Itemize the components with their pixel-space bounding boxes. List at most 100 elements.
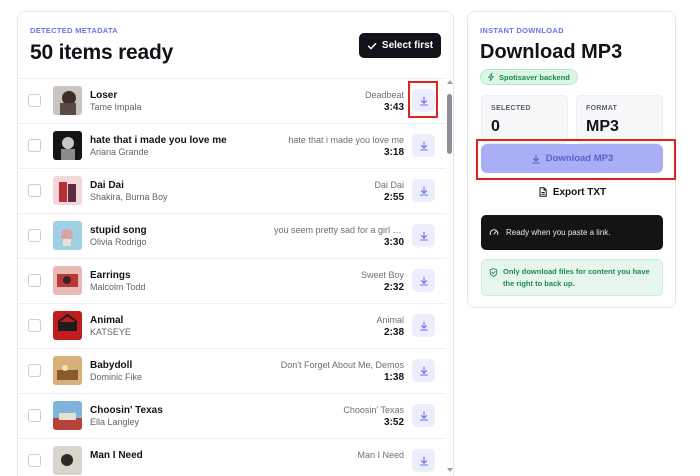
check-icon: [367, 42, 377, 49]
track-download-button[interactable]: [412, 134, 435, 157]
track-download-button[interactable]: [412, 359, 435, 382]
track-album: Dai Dai: [374, 180, 404, 190]
track-download-button[interactable]: [412, 314, 435, 337]
export-txt-label: Export TXT: [552, 186, 607, 198]
track-checkbox[interactable]: [28, 139, 41, 152]
track-download-button[interactable]: [412, 89, 435, 112]
track-title: Dai Dai: [90, 180, 124, 191]
download-icon: [419, 185, 428, 196]
download-mp3-label: Download MP3: [545, 153, 614, 164]
track-artist: KATSEYE: [90, 327, 131, 337]
download-mp3-button[interactable]: Download MP3: [481, 144, 663, 173]
track-download-button[interactable]: [412, 224, 435, 247]
album-art: [53, 221, 82, 250]
track-album: Sweet Boy: [360, 270, 404, 280]
track-download-button[interactable]: [412, 269, 435, 292]
track-artist: Dominic Fike: [90, 372, 143, 382]
track-title: Earrings: [90, 270, 131, 281]
album-art: [53, 86, 82, 115]
scroll-up-arrow[interactable]: [447, 80, 453, 84]
track-artist: Ariana Grande: [90, 147, 149, 157]
track-title: Choosin' Texas: [90, 405, 163, 416]
download-icon: [419, 230, 428, 241]
download-icon: [419, 455, 428, 466]
track-checkbox[interactable]: [28, 364, 41, 377]
track-row[interactable]: Babydoll Dominic Fike Don't Forget About M…: [18, 349, 446, 394]
format-stat: FORMAT MP3: [576, 95, 663, 144]
track-checkbox[interactable]: [28, 319, 41, 332]
format-label: FORMAT: [586, 105, 618, 112]
metadata-panel: DETECTED METADATA 50 items ready Select …: [17, 11, 454, 476]
track-checkbox[interactable]: [28, 409, 41, 422]
format-value: MP3: [586, 118, 619, 135]
track-duration: 2:55: [383, 192, 404, 203]
track-row[interactable]: Animal KATSEYE Animal 2:38: [18, 304, 446, 349]
status-text: Ready when you paste a link.: [506, 228, 611, 237]
shield-check-icon: [489, 268, 498, 277]
download-icon: [419, 320, 428, 331]
gauge-icon: [489, 228, 499, 235]
select-first-button[interactable]: Select first: [359, 33, 441, 58]
album-art: [53, 131, 82, 160]
download-icon: [419, 140, 428, 151]
track-download-button[interactable]: [412, 179, 435, 202]
track-row[interactable]: stupid song Olivia Rodrigo you seem pretty…: [18, 214, 446, 259]
track-checkbox[interactable]: [28, 229, 41, 242]
export-txt-button[interactable]: Export TXT: [481, 179, 663, 205]
scroll-down-arrow[interactable]: [447, 468, 453, 472]
items-count-title: 50 items ready: [30, 41, 174, 64]
track-row[interactable]: Man I Need Man I Need: [18, 439, 446, 476]
status-box: Ready when you paste a link.: [481, 215, 663, 250]
track-row[interactable]: hate that i made you love me Ariana Grand…: [18, 124, 446, 169]
scroll-thumb[interactable]: [447, 94, 452, 154]
track-download-button[interactable]: [412, 449, 435, 472]
track-checkbox[interactable]: [28, 454, 41, 467]
track-title: stupid song: [90, 225, 147, 236]
track-duration: 3:30: [383, 237, 404, 248]
track-album: Don't Forget About Me, Demos: [280, 360, 404, 370]
download-icon: [419, 365, 428, 376]
track-duration: 2:38: [383, 327, 404, 338]
track-list-scrollbar[interactable]: [446, 78, 453, 476]
download-panel: INSTANT DOWNLOAD Download MP3 Spotisaver…: [467, 11, 676, 308]
album-art: [53, 311, 82, 340]
selected-label: SELECTED: [491, 105, 531, 112]
album-art: [53, 356, 82, 385]
track-duration: 3:52: [383, 417, 404, 428]
track-checkbox[interactable]: [28, 274, 41, 287]
track-title: Babydoll: [90, 360, 133, 371]
track-artist: Malcolm Todd: [90, 282, 146, 292]
album-art: [53, 266, 82, 295]
download-eyebrow: INSTANT DOWNLOAD: [480, 26, 564, 35]
track-album: Deadbeat: [364, 90, 404, 100]
track-album: Choosin' Texas: [343, 405, 404, 415]
track-duration: 3:18: [383, 147, 404, 158]
select-first-label: Select first: [381, 40, 434, 51]
track-artist: Shakira, Burna Boy: [90, 192, 168, 202]
track-title: Man I Need: [90, 450, 143, 461]
track-row[interactable]: Earrings Malcolm Todd Sweet Boy 2:32: [18, 259, 446, 304]
track-checkbox[interactable]: [28, 184, 41, 197]
track-row[interactable]: Loser Tame Impala Deadbeat 3:43: [18, 79, 446, 124]
track-album: Man I Need: [357, 450, 404, 460]
track-album: you seem pretty sad for a girl so in lov…: [274, 225, 404, 235]
track-artist: Tame Impala: [90, 102, 142, 112]
track-title: hate that i made you love me: [90, 135, 227, 146]
track-download-button[interactable]: [412, 404, 435, 427]
download-icon: [419, 95, 428, 106]
track-artist: Olivia Rodrigo: [90, 237, 147, 247]
metadata-eyebrow: DETECTED METADATA: [30, 26, 119, 35]
track-title: Animal: [90, 315, 124, 326]
track-duration: 2:32: [383, 282, 404, 293]
track-checkbox[interactable]: [28, 94, 41, 107]
track-list: Loser Tame Impala Deadbeat 3:43 hate that i …: [18, 78, 446, 476]
rights-notice-text: Only download files for content you have…: [503, 267, 650, 288]
backend-badge-label: Spotisaver backend: [499, 72, 570, 82]
track-row[interactable]: Dai Dai Shakira, Burna Boy Dai Dai 2:55: [18, 169, 446, 214]
track-duration: 1:38: [383, 372, 404, 383]
rights-notice: Only download files for content you have…: [481, 259, 663, 296]
track-row[interactable]: Choosin' Texas Ella Langley Choosin' Texas…: [18, 394, 446, 439]
album-art: [53, 176, 82, 205]
track-album: Animal: [376, 315, 404, 325]
download-icon: [531, 153, 540, 164]
